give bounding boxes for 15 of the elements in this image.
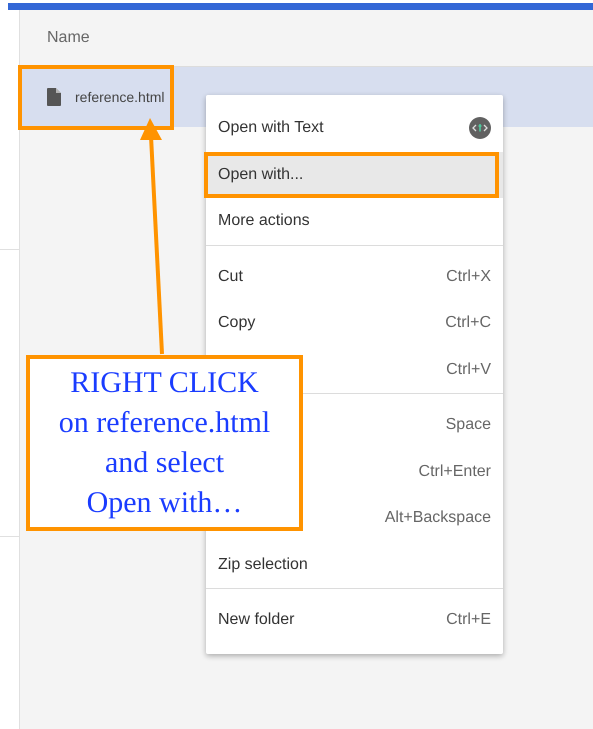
shortcut-text: Ctrl+E xyxy=(446,610,491,630)
menu-label: Open with Text xyxy=(218,118,324,138)
menu-label: Copy xyxy=(218,313,256,334)
shortcut-text: Ctrl+V xyxy=(446,360,491,380)
menu-label: New folder xyxy=(218,610,294,630)
shortcut-text: Ctrl+X xyxy=(446,266,491,287)
menu-label: Open with... xyxy=(218,164,304,185)
menu-label: Cut xyxy=(218,266,243,287)
file-name: reference.html xyxy=(75,88,164,106)
menu-label: More actions xyxy=(218,211,310,232)
shortcut-text: Space xyxy=(446,415,491,436)
shortcut-text: Alt+Backspace xyxy=(384,508,491,528)
shortcut-text: Ctrl+C xyxy=(445,313,491,334)
menu-label: Zip selection xyxy=(218,554,308,575)
shortcut-text: Ctrl+Enter xyxy=(418,462,491,482)
